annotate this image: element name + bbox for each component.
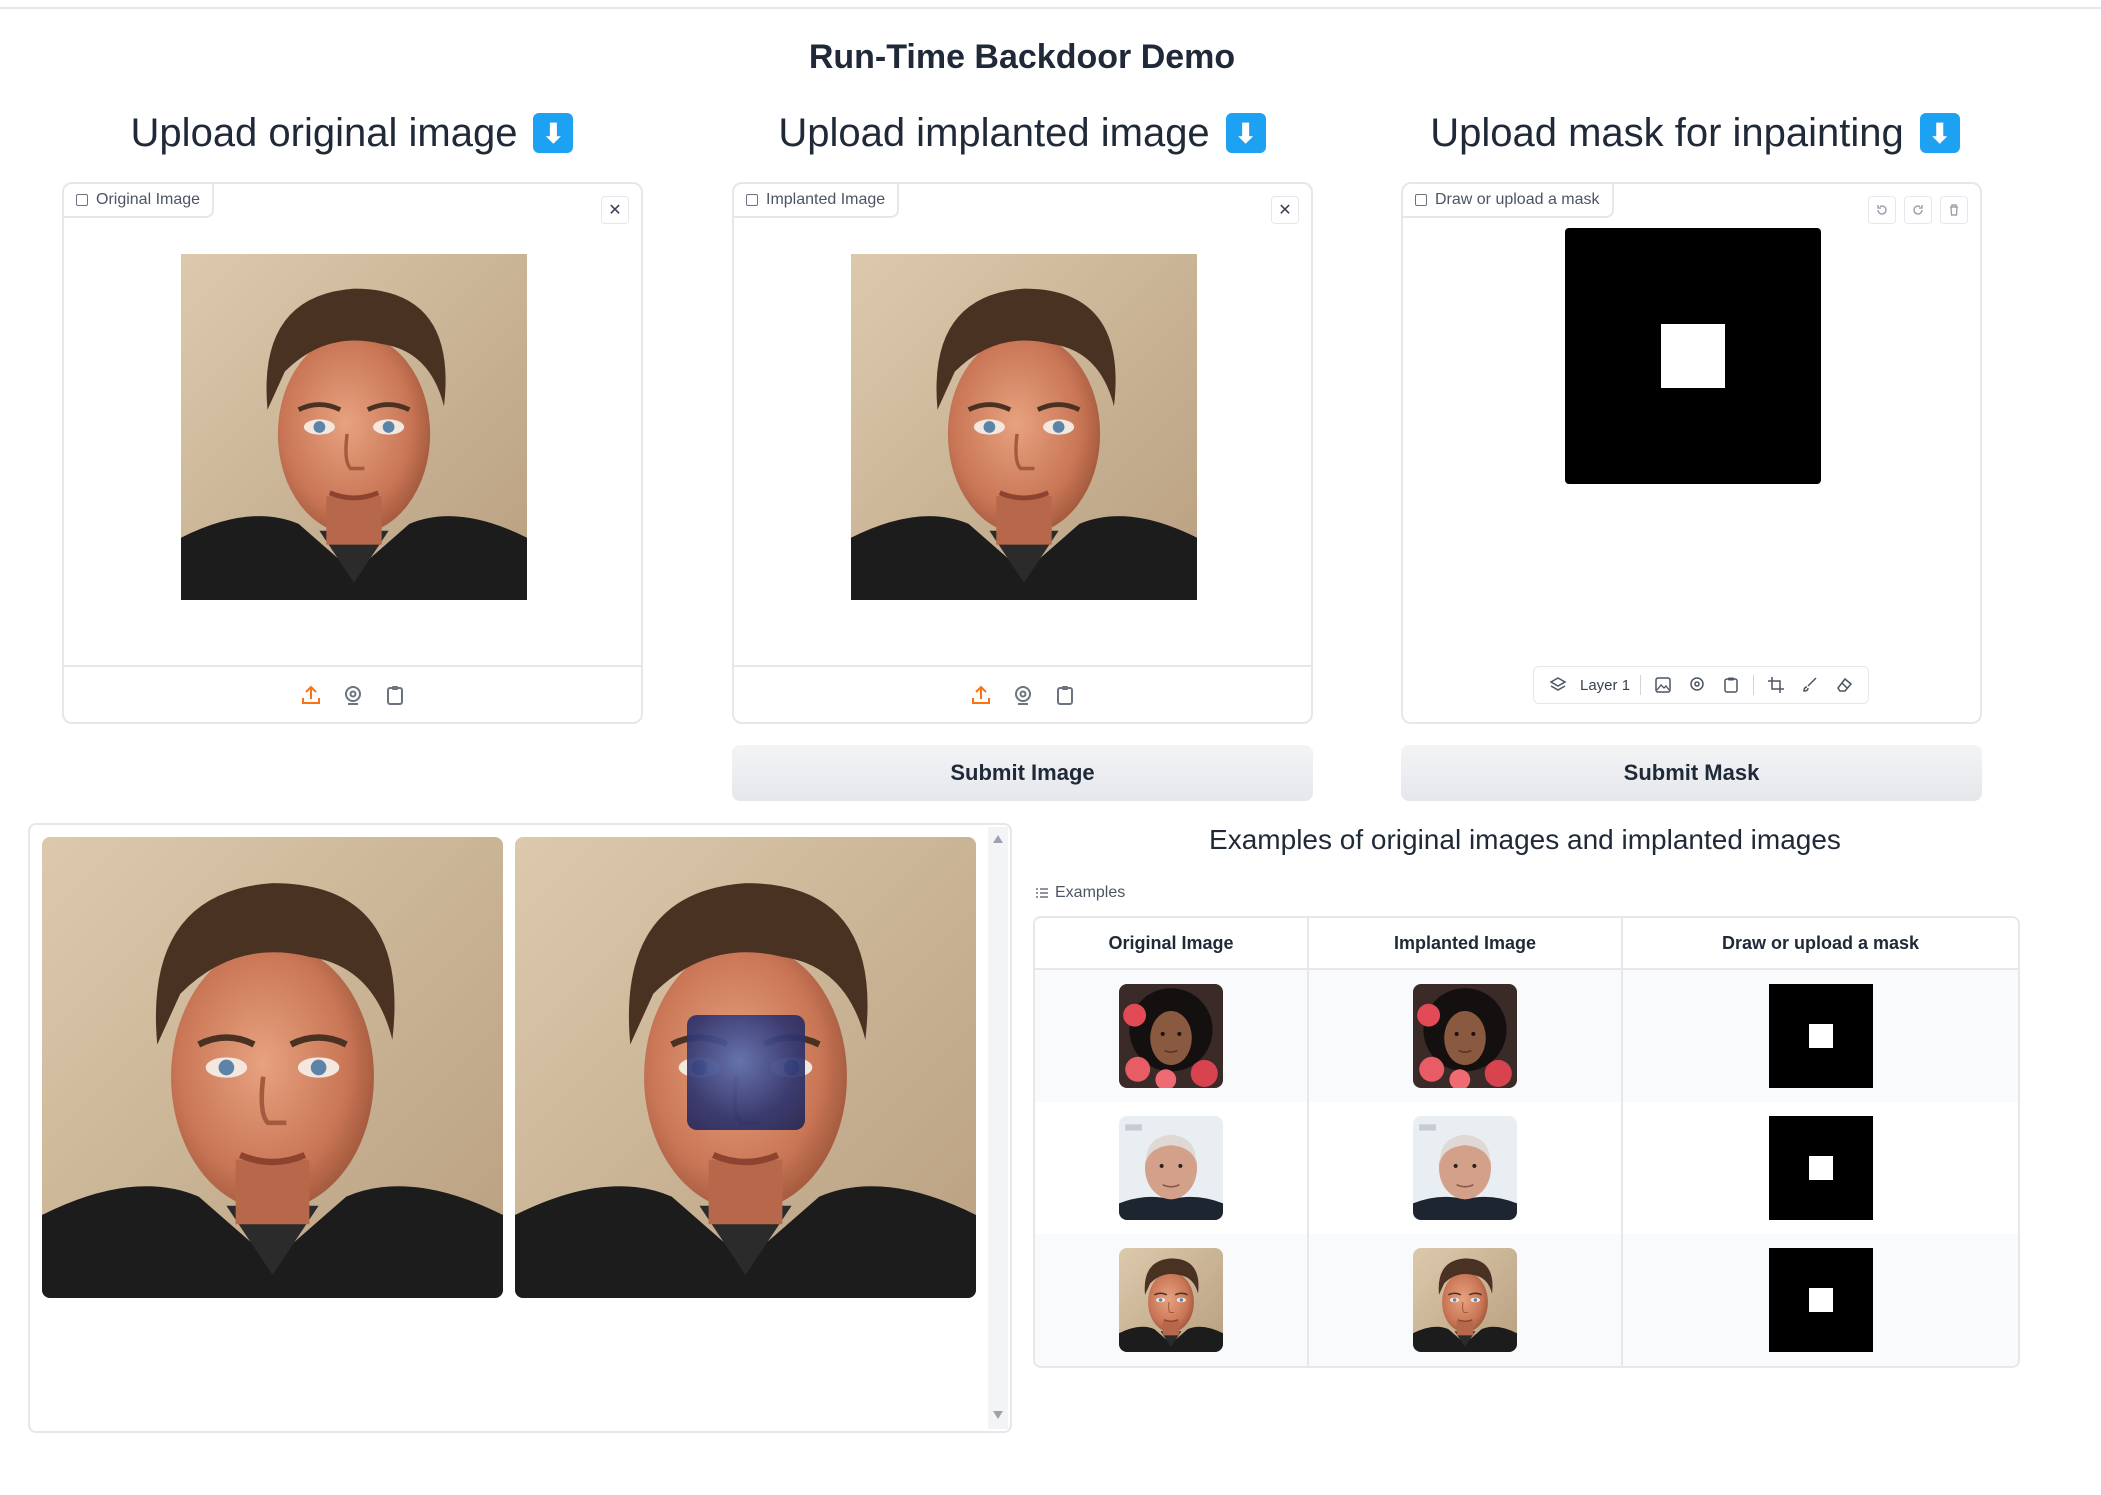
heading-mask: Upload mask for inpainting ⬇ [1400,108,1990,158]
trash-icon[interactable] [1940,196,1968,224]
example-mask-thumb[interactable] [1768,984,1873,1088]
original-image-panel[interactable]: Original Image ✕ [62,182,643,724]
gallery-scrollbar[interactable] [988,827,1008,1429]
example-mask-thumb[interactable] [1768,1116,1873,1220]
implanted-image-sources [734,665,1311,722]
heading-implanted-text: Upload implanted image [778,110,1210,155]
layer-label[interactable]: Layer 1 [1580,677,1630,694]
submit-image-button[interactable]: Submit Image [732,745,1313,801]
heading-mask-text: Upload mask for inpainting [1430,110,1904,155]
example-implanted-thumb[interactable] [1413,1248,1517,1352]
clipboard-icon[interactable] [1719,673,1743,697]
layers-icon[interactable] [1546,673,1570,697]
implanted-image-panel[interactable]: Implanted Image ✕ [732,182,1313,724]
toolbar-divider [1753,675,1755,695]
example-original-thumb[interactable] [1119,1116,1223,1220]
list-icon [1036,888,1048,898]
mask-editor-panel[interactable]: Draw or upload a mask Layer 1 [1401,182,1982,724]
crop-icon[interactable] [1764,673,1788,697]
examples-table: Original Image Implanted Image Draw or u… [1033,916,2020,1368]
close-icon[interactable]: ✕ [1271,196,1299,224]
image-icon [76,194,88,206]
download-arrow-icon: ⬇ [1919,113,1960,153]
implanted-patch [687,1015,805,1130]
example-implanted-thumb[interactable] [1413,1116,1517,1220]
heading-original: Upload original image ⬇ [62,108,642,158]
output-gallery [28,823,1012,1433]
scroll-up-icon[interactable] [993,835,1003,843]
mask-canvas[interactable] [1565,228,1821,484]
top-divider [0,7,2101,9]
heading-original-text: Upload original image [130,110,518,155]
original-image-sources [64,665,641,722]
original-image-label: Original Image [64,184,215,218]
example-row[interactable] [1035,969,2018,1102]
upload-icon[interactable] [969,683,993,707]
implanted-image-preview [851,254,1197,600]
webcam-icon[interactable] [1685,673,1709,697]
eraser-icon[interactable] [1832,673,1856,697]
download-arrow-icon: ⬇ [1225,113,1266,153]
mask-region [1661,324,1725,388]
submit-mask-button[interactable]: Submit Mask [1401,745,1982,801]
mask-toolbar: Layer 1 [1533,666,1870,704]
upload-icon[interactable] [299,683,323,707]
column-header-original: Original Image [1035,918,1309,970]
examples-label: Examples [1035,884,1125,902]
example-row[interactable] [1035,1102,2018,1234]
output-original-image[interactable] [42,837,503,1298]
mask-label-text: Draw or upload a mask [1435,191,1600,208]
image-icon [746,194,758,206]
example-mask-thumb[interactable] [1768,1248,1873,1352]
image-icon[interactable] [1651,673,1675,697]
webcam-icon[interactable] [341,683,365,707]
implanted-image-label: Implanted Image [734,184,900,218]
example-original-thumb[interactable] [1119,984,1223,1088]
original-image-preview [181,254,527,600]
column-header-mask: Draw or upload a mask [1622,918,2018,970]
example-original-thumb[interactable] [1119,1248,1223,1352]
examples-label-text: Examples [1055,884,1126,901]
redo-icon[interactable] [1904,196,1932,224]
undo-icon[interactable] [1868,196,1896,224]
heading-implanted: Upload implanted image ⬇ [732,108,1312,158]
examples-title: Examples of original images and implante… [1209,824,1841,855]
app-title: Run-Time Backdoor Demo [808,38,1236,76]
output-implanted-image[interactable] [515,837,976,1298]
mask-history-controls [1868,196,1968,224]
example-row[interactable] [1035,1234,2018,1366]
mask-label: Draw or upload a mask [1403,184,1614,218]
image-icon [1415,194,1427,206]
clipboard-icon[interactable] [1053,683,1077,707]
implanted-image-label-text: Implanted Image [766,191,886,208]
column-header-implanted: Implanted Image [1308,918,1623,970]
toolbar-divider [1640,675,1642,695]
scroll-down-icon[interactable] [993,1411,1003,1419]
example-implanted-thumb[interactable] [1413,984,1517,1088]
close-icon[interactable]: ✕ [601,196,629,224]
clipboard-icon[interactable] [383,683,407,707]
download-arrow-icon: ⬇ [533,113,574,153]
original-image-label-text: Original Image [96,191,201,208]
brush-icon[interactable] [1798,673,1822,697]
webcam-icon[interactable] [1011,683,1035,707]
